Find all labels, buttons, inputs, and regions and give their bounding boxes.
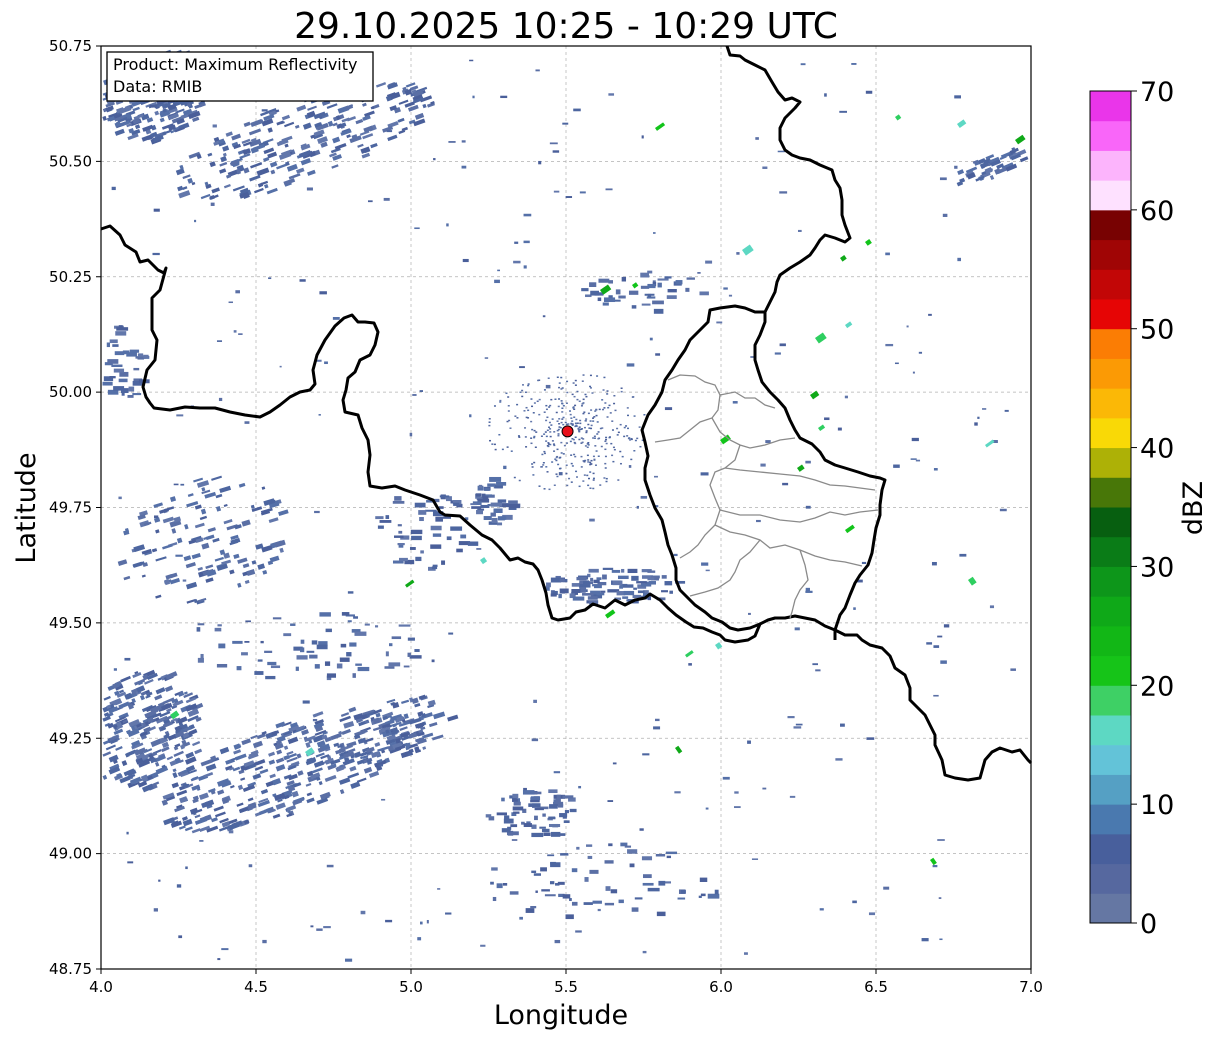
- x-axis: 4.0 4.5 5.0 5.5 6.0 6.5 7.0: [89, 969, 1043, 996]
- x-tick-label: 4.5: [244, 978, 268, 996]
- y-tick-label: 49.25: [49, 729, 92, 747]
- colorbar-swatch: [1090, 804, 1131, 835]
- colorbar-swatch: [1090, 774, 1131, 805]
- colorbar-swatch: [1090, 358, 1131, 389]
- colorbar-swatch: [1090, 507, 1131, 538]
- y-tick-label: 49.75: [49, 499, 92, 517]
- colorbar-swatch: [1090, 269, 1131, 300]
- colorbar-swatch: [1090, 328, 1131, 359]
- colorbar-swatch: [1090, 566, 1131, 597]
- colorbar-tick-label: 0: [1140, 909, 1157, 940]
- colorbar-swatch: [1090, 239, 1131, 270]
- colorbar: 0 10 20 30 40 50 60 70 dBZ: [1089, 77, 1209, 940]
- x-tick-label: 6.5: [864, 978, 888, 996]
- colorbar-swatch: [1090, 685, 1131, 716]
- colorbar-swatch: [1090, 744, 1131, 775]
- colorbar-swatch: [1090, 833, 1131, 865]
- x-tick-label: 5.0: [399, 978, 423, 996]
- colorbar-swatch: [1090, 863, 1131, 894]
- colorbar-swatch: [1090, 447, 1131, 478]
- y-tick-label: 50.50: [49, 152, 92, 170]
- x-tick-label: 5.5: [554, 978, 578, 996]
- map-title: 29.10.2025 10:25 - 10:29 UTC: [294, 6, 838, 47]
- y-tick-label: 50.00: [49, 383, 92, 401]
- colorbar-ticks: 0 10 20 30 40 50 60 70: [1131, 77, 1174, 940]
- colorbar-swatch: [1090, 625, 1131, 657]
- colorbar-swatch: [1090, 91, 1131, 122]
- colorbar-tick-label: 50: [1140, 315, 1174, 346]
- x-tick-label: 4.0: [89, 978, 113, 996]
- y-tick-label: 49.00: [49, 845, 92, 863]
- colorbar-tick-label: 10: [1140, 790, 1174, 821]
- colorbar-swatches: [1090, 91, 1131, 924]
- x-axis-label: Longitude: [494, 1000, 628, 1031]
- colorbar-swatch: [1090, 299, 1131, 330]
- colorbar-swatch: [1090, 150, 1131, 181]
- y-tick-label: 50.75: [49, 37, 92, 55]
- y-tick-label: 49.50: [49, 614, 92, 632]
- x-tick-label: 7.0: [1019, 978, 1043, 996]
- colorbar-tick-label: 60: [1140, 196, 1174, 227]
- colorbar-tick-label: 70: [1140, 77, 1174, 108]
- y-tick-label: 48.75: [49, 960, 92, 978]
- x-tick-label: 6.0: [709, 978, 733, 996]
- y-axis: 48.75 49.00 49.25 49.50 49.75 50.00 50.25 50.50…: [49, 37, 101, 978]
- colorbar-swatch: [1090, 536, 1131, 567]
- colorbar-swatch: [1090, 180, 1131, 211]
- colorbar-swatch: [1090, 120, 1131, 151]
- legend-data-source-text: Data: RMIB: [113, 77, 202, 96]
- colorbar-swatch: [1090, 417, 1131, 449]
- colorbar-swatch: [1090, 596, 1131, 627]
- colorbar-tick-label: 40: [1140, 434, 1174, 465]
- legend-product-text: Product: Maximum Reflectivity: [113, 55, 357, 74]
- colorbar-tick-label: 20: [1140, 671, 1174, 702]
- radar-site-marker[interactable]: [561, 425, 574, 438]
- colorbar-tick-label: 30: [1140, 552, 1174, 583]
- colorbar-swatch: [1090, 209, 1131, 241]
- colorbar-swatch: [1090, 477, 1131, 508]
- y-tick-label: 50.25: [49, 268, 92, 286]
- colorbar-swatch: [1090, 655, 1131, 686]
- map-plot-area[interactable]: Product: Maximum Reflectivity Data: RMIB: [100, 45, 1033, 970]
- y-axis-label: Latitude: [11, 452, 42, 563]
- colorbar-swatch: [1090, 388, 1131, 419]
- colorbar-swatch: [1090, 893, 1131, 924]
- colorbar-label: dBZ: [1178, 481, 1209, 535]
- product-legend-box: Product: Maximum Reflectivity Data: RMIB: [106, 51, 374, 102]
- colorbar-swatch: [1090, 715, 1131, 746]
